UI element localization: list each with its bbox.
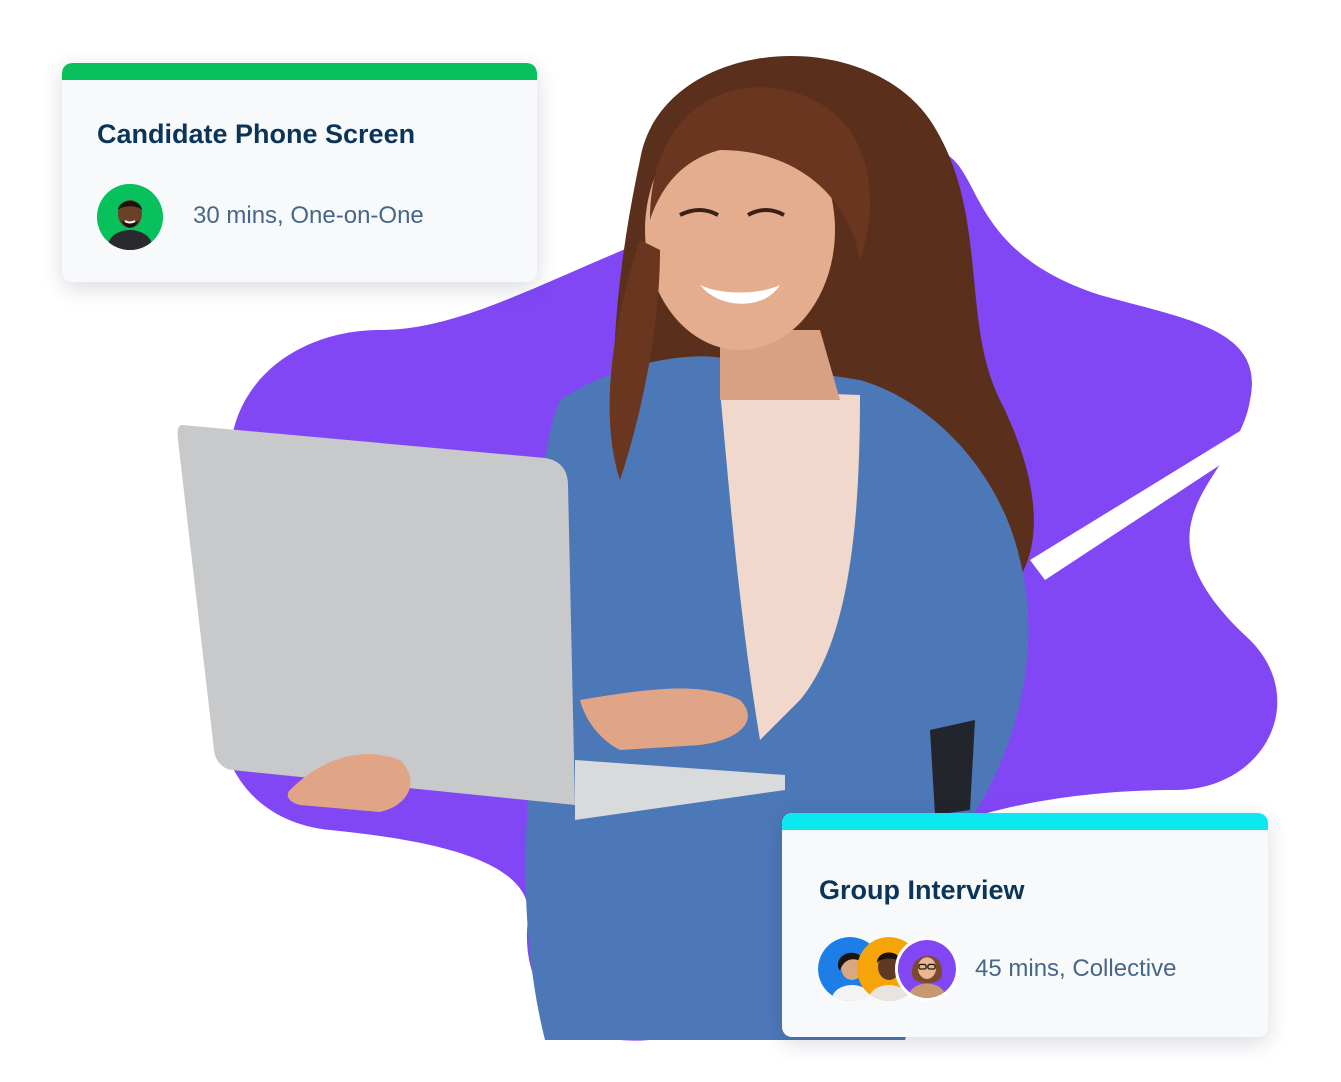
event-duration-type: 30 mins, One-on-One <box>193 202 424 229</box>
event-title: Group Interview <box>819 875 1025 905</box>
event-card-group-interview[interactable]: Group Interview 45 mins, Collective <box>782 813 1268 1037</box>
event-title: Candidate Phone Screen <box>97 119 416 149</box>
event-card-phone-screen[interactable]: Candidate Phone Screen 30 mins, One-on-O… <box>62 63 537 282</box>
card-accent-bar <box>782 813 1268 830</box>
avatar-man-icon <box>97 184 163 250</box>
avatar-woman-purple-icon <box>895 937 959 1001</box>
hero-illustration: Candidate Phone Screen 30 mins, One-on-O… <box>0 0 1341 1082</box>
event-duration-type: 45 mins, Collective <box>975 955 1177 982</box>
card-accent-bar <box>62 63 537 80</box>
